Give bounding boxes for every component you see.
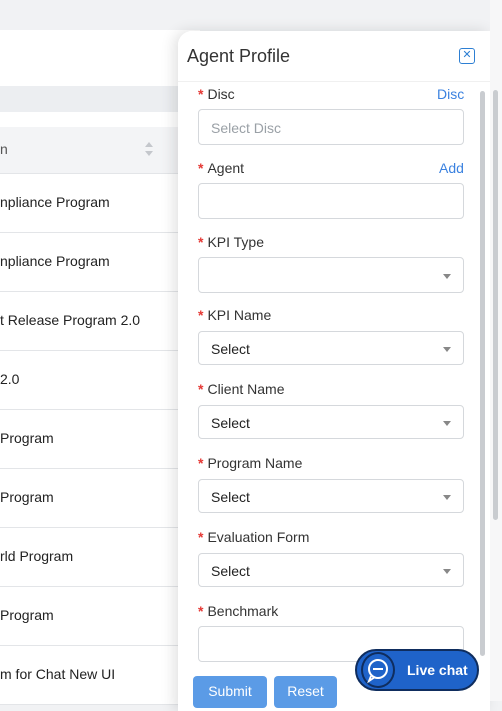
kpi-type-label: * KPI Type: [198, 234, 265, 250]
chevron-down-icon: [443, 274, 451, 279]
reset-button[interactable]: Reset: [274, 676, 337, 708]
agent-input[interactable]: [198, 183, 464, 219]
required-mark: *: [198, 234, 204, 250]
required-mark: *: [198, 160, 204, 176]
table-cell: npliance Program: [0, 194, 110, 210]
table-cell: Program: [0, 607, 54, 623]
table-row[interactable]: Program: [0, 587, 180, 646]
background-table-toolbar: [0, 86, 200, 112]
chat-bubble-icon: [361, 652, 395, 688]
client-name-select[interactable]: Select: [198, 405, 464, 439]
table-cell: t Release Program 2.0: [0, 312, 141, 328]
table-cell: Program: [0, 489, 54, 505]
disc-label: * Disc: [198, 86, 235, 102]
submit-button[interactable]: Submit: [193, 676, 267, 708]
table-row[interactable]: t Release Program 2.0: [0, 292, 180, 351]
table-row[interactable]: Program: [0, 410, 180, 469]
benchmark-label: * Benchmark: [198, 603, 279, 619]
client-name-label: * Client Name: [198, 381, 285, 397]
table-row[interactable]: 2.0: [0, 351, 180, 410]
required-mark: *: [198, 381, 204, 397]
drawer-header: Agent Profile ✕: [178, 31, 490, 82]
close-icon[interactable]: ✕: [459, 48, 475, 64]
table-row[interactable]: npliance Program: [0, 174, 180, 233]
live-chat-label: Live chat: [407, 662, 468, 678]
table-header-label: n: [0, 141, 8, 157]
agent-label: * Agent: [198, 160, 245, 176]
drawer-scrollbar[interactable]: [480, 91, 485, 656]
kpi-name-label: * KPI Name: [198, 307, 272, 323]
add-agent-link[interactable]: Add: [439, 160, 464, 176]
required-mark: *: [198, 455, 204, 471]
table-cell: Program: [0, 430, 54, 446]
table-row[interactable]: npliance Program: [0, 233, 180, 292]
table-row[interactable]: rld Program: [0, 528, 180, 587]
table-cell: 2.0: [0, 371, 20, 387]
required-mark: *: [198, 86, 204, 102]
disc-link[interactable]: Disc: [437, 86, 464, 102]
chevron-down-icon: [443, 421, 451, 426]
table-cell: rld Program: [0, 548, 74, 564]
table-cell: m for Chat New UI: [0, 666, 116, 682]
page-scrollbar[interactable]: [493, 90, 498, 520]
agent-profile-drawer: Agent Profile ✕ * Disc Disc Select Disc *…: [178, 31, 490, 711]
chevron-down-icon: [443, 347, 451, 352]
chevron-down-icon: [443, 569, 451, 574]
top-bar: [0, 0, 502, 30]
kpi-name-select[interactable]: Select: [198, 331, 464, 365]
live-chat-button[interactable]: Live chat: [355, 649, 479, 691]
required-mark: *: [198, 307, 204, 323]
background-card: [0, 30, 200, 87]
table-row[interactable]: m for Chat New UI: [0, 646, 180, 705]
drawer-title: Agent Profile: [187, 46, 291, 66]
kpi-type-select[interactable]: [198, 257, 464, 293]
table-row[interactable]: Program: [0, 469, 180, 528]
evaluation-form-select[interactable]: Select: [198, 553, 464, 587]
table-cell: npliance Program: [0, 253, 110, 269]
sort-icon[interactable]: [143, 139, 155, 159]
disc-input[interactable]: Select Disc: [198, 109, 464, 145]
required-mark: *: [198, 603, 204, 619]
required-mark: *: [198, 529, 204, 545]
evaluation-form-label: * Evaluation Form: [198, 529, 310, 545]
program-name-label: * Program Name: [198, 455, 303, 471]
chevron-down-icon: [443, 495, 451, 500]
program-name-select[interactable]: Select: [198, 479, 464, 513]
